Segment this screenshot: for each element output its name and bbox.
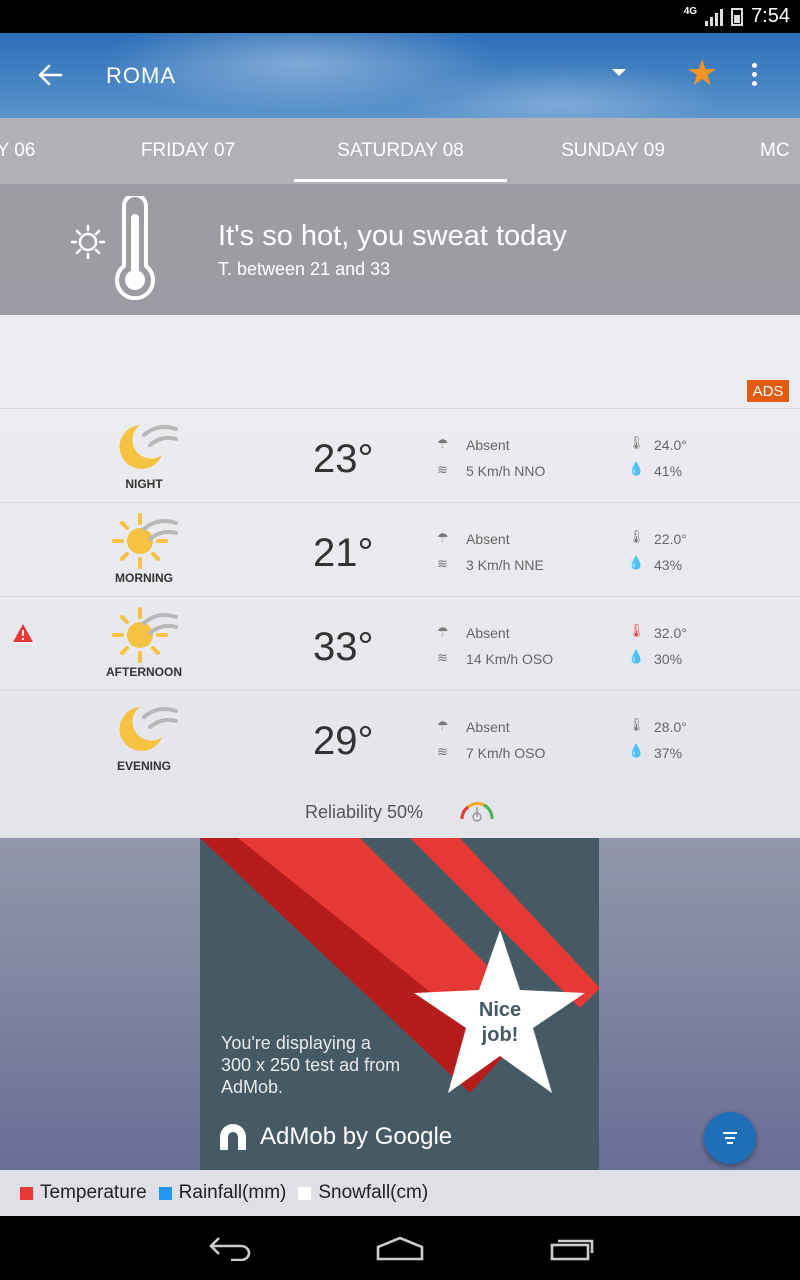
temperature: 21° xyxy=(313,531,374,575)
thermometer-icon: 🌡 xyxy=(628,717,645,732)
rain-value: Absent xyxy=(466,625,510,641)
sun-cloud-icon xyxy=(112,607,178,663)
city-title[interactable]: ROMA xyxy=(106,63,176,89)
system-nav-bar xyxy=(0,1216,800,1280)
humidity-icon: 💧 xyxy=(628,461,645,476)
forecast-row[interactable]: NIGHT 23° ☂ Absent ≋ 5 Km/h NNO 🌡 24.0° … xyxy=(0,408,800,502)
rain-icon: ☂ xyxy=(437,436,449,451)
ad-star-text: Nice job! xyxy=(478,999,522,1046)
temperature: 23° xyxy=(313,437,374,481)
period-label: NIGHT xyxy=(125,477,163,491)
humidity-icon: 💧 xyxy=(628,649,645,664)
thermometer-icon: 🌡 xyxy=(628,529,645,544)
status-bar: 4G 7:54 xyxy=(0,0,800,33)
rain-value: Absent xyxy=(466,719,510,735)
ad-brand: AdMob by Google xyxy=(216,1120,452,1154)
humidity: 41% xyxy=(654,463,683,479)
sun-cloud-icon xyxy=(112,513,178,569)
clock: 7:54 xyxy=(751,5,790,27)
forecast-panel: ADS NIGHT 23° ☂ Absent ≋ 5 Km/h NNO 🌡 24… xyxy=(0,315,800,838)
forecast-row[interactable]: EVENING 29° ☂ Absent ≋ 7 Km/h OSO 🌡 28.0… xyxy=(0,690,800,784)
star-icon: ★ xyxy=(686,52,719,93)
arrow-left-icon xyxy=(38,64,63,86)
humidity: 37% xyxy=(654,745,683,761)
wind-value: 14 Km/h OSO xyxy=(466,651,554,667)
wind-icon: ≋ xyxy=(437,462,448,477)
tab-sunday[interactable]: SUNDAY 09 xyxy=(507,118,719,184)
temperature: 29° xyxy=(313,719,374,763)
legend-item-temperature[interactable]: Temperature xyxy=(20,1182,147,1204)
rain-value: Absent xyxy=(466,437,510,453)
wind-icon: ≋ xyxy=(437,650,448,665)
legend-item-snowfall[interactable]: Snowfall(cm) xyxy=(298,1182,428,1204)
legend-item-rainfall[interactable]: Rainfall(mm) xyxy=(158,1182,286,1204)
filter-list-icon xyxy=(723,1132,737,1144)
favorite-button[interactable]: ★ xyxy=(686,53,718,93)
nav-recents-icon xyxy=(550,1239,594,1261)
reliability-text: Reliability 50% xyxy=(305,802,424,822)
tab-monday[interactable]: MC xyxy=(760,118,800,184)
humidity: 30% xyxy=(654,651,683,667)
sun-thermometer-icon xyxy=(70,196,155,300)
legend-swatch xyxy=(158,1186,172,1200)
ads-badge[interactable]: ADS xyxy=(747,380,789,402)
ad-banner[interactable]: Nice job! You're displaying a 300 x 250 … xyxy=(200,838,599,1170)
summary-title: It's so hot, you sweat today xyxy=(218,220,567,252)
period-label: EVENING xyxy=(116,759,171,773)
warning-icon[interactable] xyxy=(12,623,34,643)
wind-value: 3 Km/h NNE xyxy=(466,557,544,573)
ad-body-text: You're displaying a 300 x 250 test ad fr… xyxy=(221,1033,401,1097)
moon-cloud-icon xyxy=(119,707,178,751)
thermometer-icon: 🌡 xyxy=(628,623,645,638)
humidity-icon: 💧 xyxy=(628,555,645,570)
tab-thursday[interactable]: Y 06 xyxy=(0,118,46,184)
wind-icon: ≋ xyxy=(437,744,448,759)
battery-icon xyxy=(731,7,744,26)
day-summary: It's so hot, you sweat today T. between … xyxy=(0,184,800,315)
perceived-temp: 24.0° xyxy=(654,437,687,453)
chevron-down-icon[interactable] xyxy=(612,69,626,76)
nav-back-icon xyxy=(209,1237,251,1261)
app-bar: ROMA ★ xyxy=(0,33,800,118)
nav-home-button[interactable] xyxy=(370,1228,430,1268)
period-label: MORNING xyxy=(115,571,173,585)
forecast-row[interactable]: AFTERNOON 33° ☂ Absent ≋ 14 Km/h OSO 🌡 3… xyxy=(0,596,800,690)
nav-home-icon xyxy=(376,1236,424,1261)
perceived-temp: 22.0° xyxy=(654,531,687,547)
network-type: 4G xyxy=(683,6,698,17)
temperature: 33° xyxy=(313,625,374,669)
legend-swatch xyxy=(298,1186,312,1200)
forecast-row[interactable]: MORNING 21° ☂ Absent ≋ 3 Km/h NNE 🌡 22.0… xyxy=(0,502,800,596)
filter-button[interactable] xyxy=(704,1112,756,1164)
perceived-temp: 32.0° xyxy=(654,625,687,641)
back-button[interactable] xyxy=(30,55,70,95)
rain-icon: ☂ xyxy=(437,530,449,545)
legend-swatch xyxy=(20,1186,33,1200)
wind-value: 5 Km/h NNO xyxy=(466,463,546,479)
gauge-icon xyxy=(460,802,494,822)
period-label: AFTERNOON xyxy=(106,665,182,679)
rain-icon: ☂ xyxy=(437,624,449,639)
thermometer-icon: 🌡 xyxy=(628,435,645,450)
overflow-menu-icon[interactable] xyxy=(752,63,757,86)
wind-icon: ≋ xyxy=(437,556,448,571)
day-tabs: Y 06 FRIDAY 07 SATURDAY 08 SUNDAY 09 MC xyxy=(0,118,800,184)
perceived-temp: 28.0° xyxy=(654,719,687,735)
tab-friday[interactable]: FRIDAY 07 xyxy=(82,118,294,184)
wind-value: 7 Km/h OSO xyxy=(466,745,546,761)
humidity-icon: 💧 xyxy=(628,743,645,758)
signal-icon xyxy=(705,8,724,26)
humidity: 43% xyxy=(654,557,683,573)
moon-cloud-icon xyxy=(119,425,178,469)
chart-legend: Temperature Rainfall(mm) Snowfall(cm) xyxy=(0,1170,800,1216)
admob-logo-icon xyxy=(220,1124,246,1150)
summary-subtitle: T. between 21 and 33 xyxy=(218,259,391,279)
rain-value: Absent xyxy=(466,531,510,547)
nav-back-button[interactable] xyxy=(200,1228,260,1268)
tab-saturday[interactable]: SATURDAY 08 xyxy=(294,118,507,184)
rain-icon: ☂ xyxy=(437,718,449,733)
nav-recents-button[interactable] xyxy=(542,1228,602,1268)
